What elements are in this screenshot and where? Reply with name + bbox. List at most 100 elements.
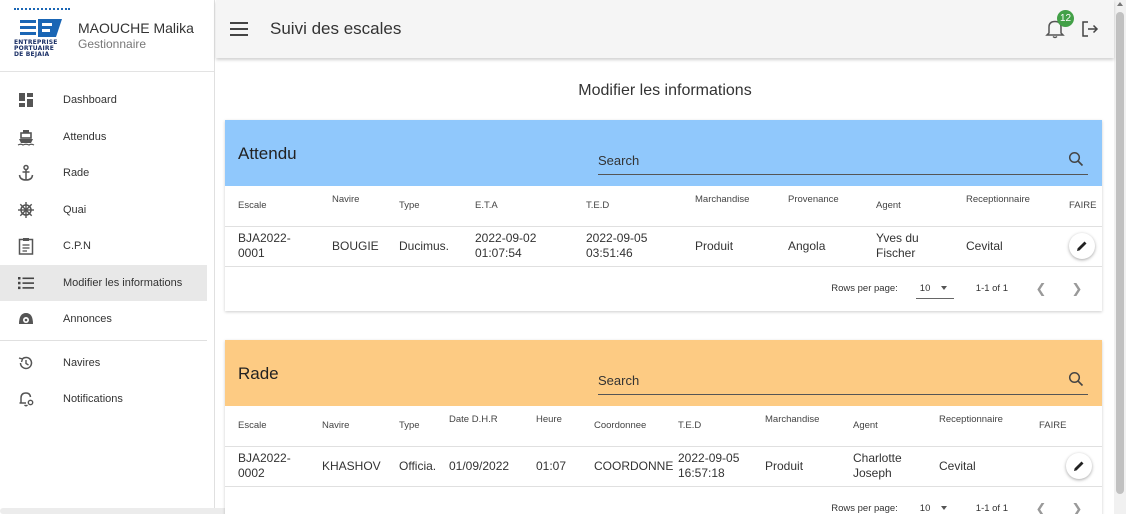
rows-per-page-value: 10 [919,282,931,294]
cell-heure: 01:07 [523,446,581,487]
rows-per-page-select[interactable]: 10 [916,499,954,514]
scrollbar-thumb[interactable] [1116,12,1124,494]
cell-type: Ducimus. [386,226,462,267]
rade-search-input[interactable] [598,369,1038,391]
main-content: Modifier les informations Attendu Escale… [216,58,1114,514]
column-header[interactable]: Agent [863,186,953,227]
page-range: 1-1 of 1 [975,503,1008,514]
sidebar-item-attendus[interactable]: Attendus [0,119,207,156]
column-header[interactable]: FAIRE [1026,406,1102,447]
nav-divider [0,339,207,341]
attendu-card: Attendu Escale Navire Type E.T.A T.E. [225,120,1102,311]
next-page-icon[interactable]: ❯ [1070,281,1084,297]
column-header[interactable]: Receptionnaire [926,406,1026,447]
cell-escale: BJA2022- 0002 [225,446,309,487]
chevron-down-icon [941,506,948,510]
app-topbar: Suivi des escales 12 [216,0,1114,58]
edit-button[interactable] [1066,453,1092,479]
cell-marchandise: Produit [682,226,775,267]
announce-icon [16,309,36,329]
column-header[interactable]: Agent [840,406,926,447]
column-header[interactable]: Escale [225,406,309,447]
rade-card: Rade Escale Navire Type Date D.H.R He [225,340,1102,514]
cell-faire [1026,446,1102,487]
rows-per-page-select[interactable]: 10 [915,279,954,299]
sidebar-item-dashboard[interactable]: Dashboard [0,82,207,119]
search-icon[interactable] [1068,371,1084,387]
cell-marchandise: Produit [752,446,840,487]
rows-per-page-value: 10 [919,502,931,514]
column-header[interactable]: Type [386,406,436,447]
attendu-search-input[interactable] [598,149,1038,171]
cell-date-dhr: 01/09/2022 [436,446,523,487]
column-header[interactable]: Marchandise [752,406,840,447]
sidebar: ENTREPRISE PORTUAIRE DE BEJAIA MAOUCHE M… [0,0,377,514]
attendu-title: Attendu [238,144,297,163]
sidebar-item-rade[interactable]: Rade [0,155,207,192]
sidebar-item-label: Navires [63,356,101,369]
column-header[interactable]: Navire [309,406,386,447]
column-header[interactable]: Date D.H.R [436,406,523,447]
cell-agent: Charlotte Joseph [840,446,926,487]
table-row: BJA2022- 0001 BOUGIE Ducimus. 2022-09-02… [225,226,1102,267]
prev-page-icon[interactable]: ❮ [1034,281,1048,297]
attendu-pagination: Rows per page: 10 1-1 of 1 ❮ ❯ [225,267,1102,311]
table-header-row: Escale Navire Type E.T.A T.E.D Marchandi… [225,186,1102,227]
hamburger-menu-icon[interactable] [230,22,248,36]
column-header[interactable]: Navire [319,186,386,227]
column-header[interactable]: Heure [523,406,581,447]
column-header[interactable]: Receptionnaire [953,186,1056,227]
sidebar-item-label: Notifications [63,393,123,406]
column-header[interactable]: Type [386,186,462,227]
cell-ted: 2022-09-05 03:51:46 [573,226,682,267]
cell-provenance: Angola [775,226,863,267]
search-icon[interactable] [1068,151,1084,167]
column-header[interactable]: Provenance [775,186,863,227]
sidebar-item-annonces[interactable]: Annonces [0,301,207,338]
rade-table: Escale Navire Type Date D.H.R Heure Coor… [225,406,1102,487]
next-page-icon[interactable]: ❯ [1070,501,1084,514]
page-title: Suivi des escales [270,19,402,38]
attendu-search [598,149,1088,175]
edit-button[interactable] [1069,233,1095,259]
table-header-row: Escale Navire Type Date D.H.R Heure Coor… [225,406,1102,447]
sidebar-item-label: Dashboard [63,94,117,107]
sidebar-item-label: Annonces [63,313,112,326]
sidebar-item-modifier-informations[interactable]: Modifier les informations [0,264,207,301]
section-heading: Modifier les informations [578,82,752,99]
cell-escale: BJA2022- 0001 [225,226,319,267]
sidebar-item-cpn[interactable]: C.P.N [0,228,207,265]
cell-ted: 2022-09-05 16:57:18 [665,446,752,487]
column-header[interactable]: E.T.A [462,186,573,227]
anchor-icon [16,163,36,183]
vertical-scrollbar[interactable] [1114,0,1126,514]
sidebar-item-quai[interactable]: Quai [0,192,207,229]
dashboard-icon [16,90,36,110]
sidebar-item-label: C.P.N [63,240,91,253]
table-row: BJA2022- 0002 KHASHOV Officia. 01/09/202… [225,446,1102,487]
column-header[interactable]: Marchandise [682,186,775,227]
pencil-icon [1077,241,1087,251]
user-role: Gestionnaire [78,37,147,51]
sidebar-item-notifications[interactable]: Notifications [0,381,207,418]
column-header[interactable]: Escale [225,186,319,227]
cell-receptionnaire: Cevital [926,446,1026,487]
rade-search [598,369,1088,395]
scroll-up-icon[interactable] [1117,2,1123,6]
column-header[interactable]: FAIRE [1056,186,1102,227]
column-header[interactable]: T.E.D [573,186,682,227]
attendu-header: Attendu [225,120,1102,186]
cell-navire: KHASHOV [309,446,386,487]
prev-page-icon[interactable]: ❮ [1034,501,1048,514]
sidebar-item-navires[interactable]: Navires [0,345,207,382]
logout-icon[interactable] [1080,19,1100,39]
notifications-button[interactable]: 12 [1044,10,1074,41]
cell-agent: Yves du Fischer [863,226,953,267]
rade-title: Rade [238,364,279,383]
history-icon [16,353,36,373]
cell-receptionnaire: Cevital [953,226,1056,267]
cell-faire [1056,226,1102,267]
column-header[interactable]: T.E.D [665,406,752,447]
column-header[interactable]: Coordonnee [581,406,665,447]
cell-coordonnee: COORDONNE [581,446,673,487]
